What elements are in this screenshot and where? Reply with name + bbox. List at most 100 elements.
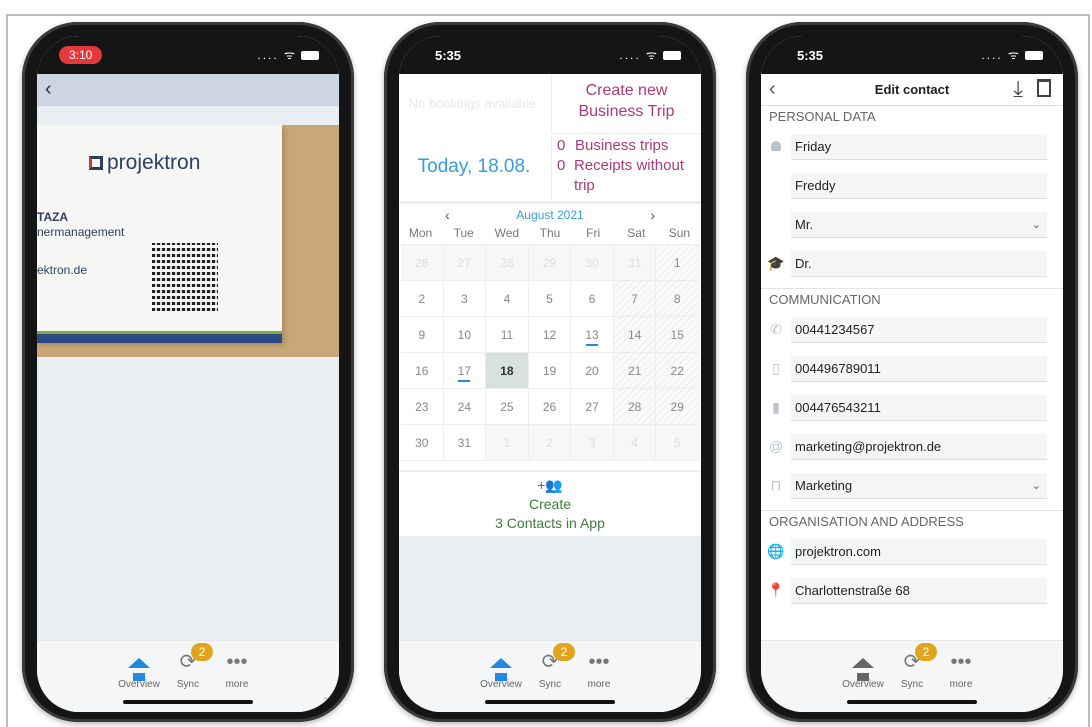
- calendar-day[interactable]: 13: [571, 317, 614, 353]
- calendar-day[interactable]: 19: [528, 353, 572, 389]
- calendar-day[interactable]: 11: [486, 317, 529, 353]
- calendar-day[interactable]: 20: [571, 353, 614, 389]
- back-icon[interactable]: ‹: [45, 78, 52, 101]
- calendar-day[interactable]: 4: [613, 425, 657, 461]
- phone-field[interactable]: 00441234567: [791, 317, 1047, 343]
- tab-sync[interactable]: ⟳ 2 Sync: [163, 643, 213, 690]
- website-field[interactable]: projektron.com: [791, 539, 1047, 565]
- calendar-day[interactable]: 14: [613, 317, 657, 353]
- calendar-day[interactable]: 9: [401, 317, 444, 353]
- title-field[interactable]: Dr.: [791, 251, 1047, 277]
- home-indicator[interactable]: [847, 700, 977, 704]
- calendar-day[interactable]: 8: [656, 281, 699, 317]
- calendar-day[interactable]: 26: [528, 389, 572, 425]
- create-contacts-button[interactable]: +👥 Create 3 Contacts in App: [399, 472, 701, 536]
- phone-overview: 5:35 .... ᯤ No bookings available. Today…: [384, 22, 716, 722]
- calendar-day[interactable]: 23: [401, 389, 444, 425]
- calendar-day[interactable]: 1: [656, 245, 699, 281]
- calendar-day[interactable]: 29: [656, 389, 699, 425]
- page-number: 21: [1046, 696, 1057, 706]
- globe-icon: 🌐: [767, 543, 785, 559]
- calendar-day[interactable]: 30: [571, 245, 614, 281]
- salutation-select[interactable]: Mr. ⌄: [791, 212, 1047, 238]
- card-name: TAZA: [37, 210, 69, 224]
- weekday-label: Fri: [586, 226, 601, 240]
- next-month-icon[interactable]: ›: [650, 204, 655, 226]
- trip-stats[interactable]: 0 Business trips 0 Receipts without trip: [551, 136, 701, 200]
- calendar-day[interactable]: 30: [401, 425, 444, 461]
- tab-overview[interactable]: Overview: [838, 651, 888, 690]
- tab-more[interactable]: ••• more: [212, 651, 262, 690]
- calendar-day[interactable]: 3: [443, 281, 487, 317]
- calendar-day[interactable]: 31: [613, 245, 657, 281]
- calendar-day[interactable]: 25: [486, 389, 529, 425]
- calendar-day[interactable]: 28: [613, 389, 657, 425]
- calendar-day[interactable]: 15: [656, 317, 699, 353]
- calendar-day[interactable]: 10: [443, 317, 487, 353]
- calendar-day[interactable]: 7: [613, 281, 657, 317]
- fax-row: ▮ 004476543211: [761, 389, 1063, 428]
- email-field[interactable]: marketing@projektron.de: [791, 434, 1047, 460]
- more-icon: •••: [226, 651, 248, 673]
- tab-more[interactable]: ••• more: [936, 651, 986, 690]
- location-pin-icon: 📍: [767, 582, 785, 598]
- stat-label: Receipts without trip: [573, 157, 684, 194]
- calendar-day[interactable]: 22: [656, 353, 699, 389]
- mobile-field[interactable]: 004496789011: [791, 356, 1047, 382]
- status-bar: 3:10 .... ᯤ: [37, 36, 339, 74]
- calendar-day[interactable]: 27: [443, 245, 487, 281]
- department-select[interactable]: Marketing ⌄: [791, 473, 1047, 499]
- calendar-day[interactable]: 16: [401, 353, 444, 389]
- calendar-day[interactable]: 28: [486, 245, 529, 281]
- calendar-day[interactable]: 2: [401, 281, 444, 317]
- sync-icon: ⟳ 2: [887, 643, 937, 673]
- calendar-day[interactable]: 18: [486, 353, 529, 389]
- first-name-field[interactable]: Friday: [791, 134, 1047, 160]
- calendar-day[interactable]: 27: [571, 389, 614, 425]
- home-indicator[interactable]: [485, 700, 615, 704]
- trash-icon[interactable]: [1037, 79, 1051, 97]
- tab-overview[interactable]: Overview: [476, 651, 526, 690]
- status-icons: .... ᯤ: [981, 46, 1043, 63]
- calendar-day[interactable]: 3: [571, 425, 614, 461]
- calendar-day[interactable]: 12: [528, 317, 572, 353]
- street-field[interactable]: Charlottenstraße 68: [791, 578, 1047, 604]
- calendar-day[interactable]: 4: [486, 281, 529, 317]
- nav-bar: ‹: [37, 74, 339, 106]
- create-trip-button[interactable]: Create new Business Trip: [551, 74, 701, 134]
- home-icon: [476, 651, 526, 681]
- calendar-day[interactable]: 6: [571, 281, 614, 317]
- business-card: projektron TAZA nermanagement ektron.de: [37, 125, 282, 343]
- calendar-day[interactable]: 29: [528, 245, 572, 281]
- calendar-day[interactable]: 17: [443, 353, 487, 389]
- stat-num: 0: [557, 157, 566, 174]
- tab-sync[interactable]: ⟳ 2 Sync: [887, 643, 937, 690]
- tab-overview[interactable]: Overview: [114, 651, 164, 690]
- fax-field[interactable]: 004476543211: [791, 395, 1047, 421]
- weekday-label: Sat: [627, 226, 646, 240]
- calendar-day[interactable]: 2: [528, 425, 572, 461]
- download-icon[interactable]: ⤓: [1013, 76, 1023, 102]
- fax-icon: ▮: [772, 399, 780, 415]
- weekday-label: Sun: [668, 226, 691, 240]
- page-number: 21: [322, 696, 333, 706]
- calendar-day[interactable]: 26: [401, 245, 444, 281]
- battery-icon: [301, 51, 319, 61]
- tab-sync[interactable]: ⟳ 2 Sync: [525, 643, 575, 690]
- calendar-day[interactable]: 31: [443, 425, 487, 461]
- calendar-day[interactable]: 5: [656, 425, 699, 461]
- phone-screen: 5:35 .... ᯤ No bookings available. Today…: [399, 36, 701, 712]
- calendar-day[interactable]: 21: [613, 353, 657, 389]
- calendar-day[interactable]: 5: [528, 281, 572, 317]
- calendar-day[interactable]: 24: [443, 389, 487, 425]
- chevron-down-icon: ⌄: [1031, 480, 1041, 492]
- phone-screen: 5:35 .... ᯤ ‹ Edit contact ⤓ PERSONAL DA…: [761, 36, 1063, 712]
- tab-more[interactable]: ••• more: [574, 651, 624, 690]
- home-indicator[interactable]: [123, 700, 253, 704]
- last-name-field[interactable]: Freddy: [791, 173, 1047, 199]
- today-label[interactable]: Today, 18.08.: [399, 134, 549, 200]
- prev-month-icon[interactable]: ‹: [445, 204, 450, 226]
- calendar-day[interactable]: 1: [486, 425, 529, 461]
- card-logo-text: projektron: [107, 151, 201, 174]
- website-row: 🌐 projektron.com: [761, 533, 1063, 572]
